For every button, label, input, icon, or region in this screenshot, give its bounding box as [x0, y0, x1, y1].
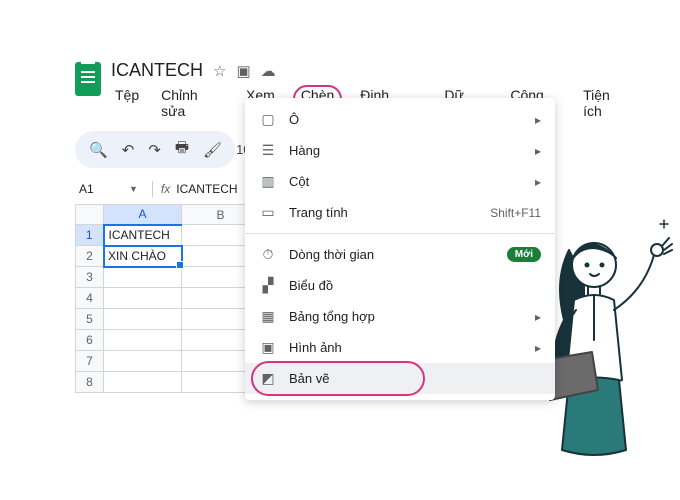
cell-a6[interactable] [104, 330, 182, 351]
submenu-arrow-icon: ▸ [535, 175, 541, 189]
insert-sheet-shortcut: Shift+F11 [490, 206, 541, 220]
insert-timeline-label: Dòng thời gian [289, 247, 495, 262]
cell-a1[interactable]: ICANTECH [104, 225, 182, 246]
rows-icon: ☰ [259, 142, 277, 159]
sheets-logo-icon [75, 62, 101, 96]
fx-icon: fx [161, 182, 170, 196]
chart-icon: ▞ [259, 277, 277, 294]
menu-edit[interactable]: Chỉnh sửa [157, 85, 228, 121]
search-icon[interactable]: 🔍 [89, 141, 108, 159]
cell-a4[interactable] [104, 288, 182, 309]
cell-a7[interactable] [104, 351, 182, 372]
row-header-8[interactable]: 8 [76, 372, 104, 393]
insert-chart-label: Biểu đồ [289, 278, 541, 293]
menu-separator [245, 233, 555, 234]
row-header-7[interactable]: 7 [76, 351, 104, 372]
submenu-arrow-icon: ▸ [535, 310, 541, 324]
image-icon: ▣ [259, 339, 277, 356]
row-header-2[interactable]: 2 [76, 246, 104, 267]
insert-image[interactable]: ▣ Hình ảnh ▸ [245, 332, 555, 363]
spreadsheet-grid[interactable]: A B 1 ICANTECH 2 XIN CHÀO 3 4 5 6 7 8 [75, 204, 260, 393]
move-icon[interactable]: ▣ [236, 62, 250, 80]
columns-icon: ▥ [259, 173, 277, 190]
divider [152, 181, 153, 197]
insert-cells[interactable]: ▢ Ô ▸ [245, 104, 555, 135]
pivot-icon: ▦ [259, 308, 277, 325]
row-header-6[interactable]: 6 [76, 330, 104, 351]
menu-file[interactable]: Tệp [111, 85, 143, 121]
row-header-3[interactable]: 3 [76, 267, 104, 288]
name-box-caret-icon[interactable]: ▼ [129, 184, 138, 194]
col-header-a[interactable]: A [104, 205, 182, 225]
insert-rows[interactable]: ☰ Hàng ▸ [245, 135, 555, 166]
row-header-1[interactable]: 1 [76, 225, 104, 246]
toolbar: 🔍 ↶ ↷ 🖶 🖌 100 [75, 131, 235, 168]
timeline-icon: ⏱ [259, 246, 277, 263]
cell-a8[interactable] [104, 372, 182, 393]
new-badge: Mới [507, 247, 541, 262]
insert-drawing[interactable]: ◩ Bản vẽ [245, 363, 555, 394]
cells-icon: ▢ [259, 111, 277, 128]
undo-icon[interactable]: ↶ [122, 141, 135, 159]
sheet-icon: ▭ [259, 204, 277, 221]
redo-icon[interactable]: ↷ [148, 141, 161, 159]
row-header-4[interactable]: 4 [76, 288, 104, 309]
insert-cells-label: Ô [289, 112, 523, 127]
cell-a5[interactable] [104, 309, 182, 330]
document-title[interactable]: ICANTECH [111, 60, 203, 81]
insert-timeline[interactable]: ⏱ Dòng thời gian Mới [245, 239, 555, 270]
submenu-arrow-icon: ▸ [535, 144, 541, 158]
formula-value[interactable]: ICANTECH [176, 182, 237, 196]
insert-menu-dropdown: ▢ Ô ▸ ☰ Hàng ▸ ▥ Cột ▸ ▭ Trang tính Shif… [245, 98, 555, 400]
print-icon[interactable]: 🖶 [175, 137, 189, 162]
insert-sheet-label: Trang tính [289, 205, 478, 220]
insert-pivot[interactable]: ▦ Bảng tổng hợp ▸ [245, 301, 555, 332]
insert-drawing-label: Bản vẽ [289, 371, 541, 386]
select-all-corner[interactable] [76, 205, 104, 225]
insert-sheet[interactable]: ▭ Trang tính Shift+F11 [245, 197, 555, 228]
insert-columns-label: Cột [289, 174, 523, 189]
title-row: ICANTECH ☆ ▣ ☁ [111, 60, 635, 81]
paint-format-icon[interactable]: 🖌 [203, 141, 222, 159]
row-header-5[interactable]: 5 [76, 309, 104, 330]
cell-a2[interactable]: XIN CHÀO [104, 246, 182, 267]
submenu-arrow-icon: ▸ [535, 113, 541, 127]
insert-chart[interactable]: ▞ Biểu đồ [245, 270, 555, 301]
insert-rows-label: Hàng [289, 143, 523, 158]
menu-extensions[interactable]: Tiện ích [579, 85, 635, 121]
sheets-app: ICANTECH ☆ ▣ ☁ Tệp Chỉnh sửa Xem Chèn Đị… [75, 60, 635, 393]
insert-pivot-label: Bảng tổng hợp [289, 309, 523, 324]
title-icons: ☆ ▣ ☁ [213, 62, 276, 80]
drawing-icon: ◩ [259, 370, 277, 387]
name-box[interactable] [75, 180, 131, 198]
cloud-icon[interactable]: ☁ [261, 62, 276, 80]
insert-image-label: Hình ảnh [289, 340, 523, 355]
submenu-arrow-icon: ▸ [535, 341, 541, 355]
cell-a3[interactable] [104, 267, 182, 288]
star-icon[interactable]: ☆ [213, 62, 226, 80]
insert-columns[interactable]: ▥ Cột ▸ [245, 166, 555, 197]
